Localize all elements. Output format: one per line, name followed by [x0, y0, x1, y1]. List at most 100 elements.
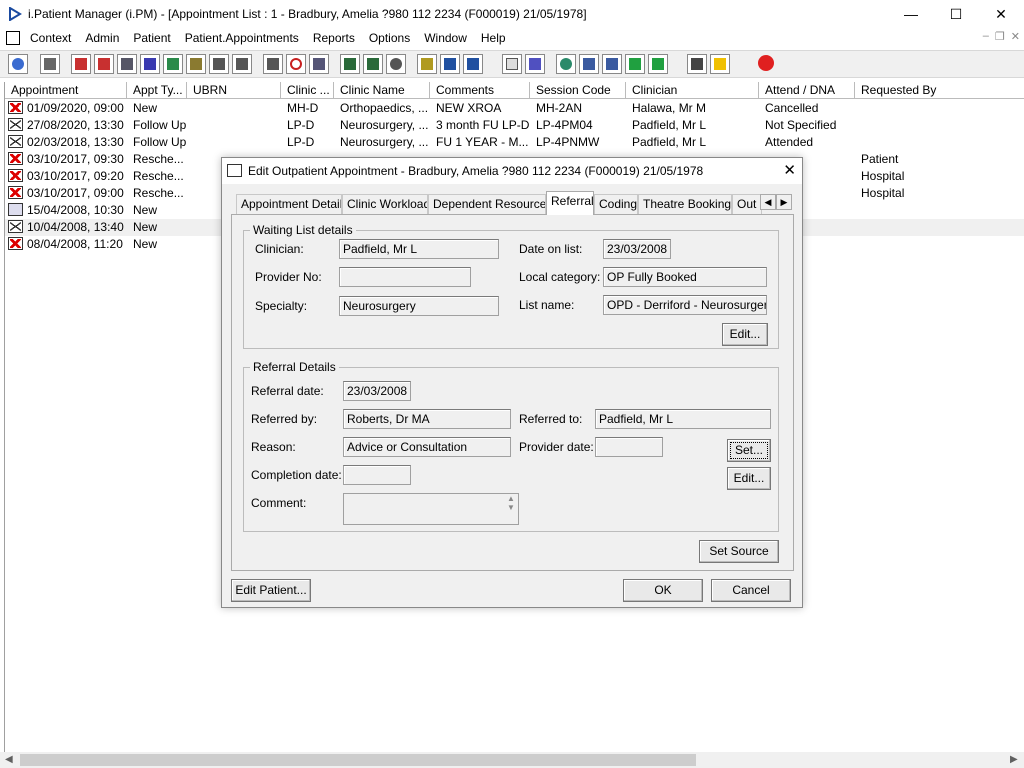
horizontal-scrollbar[interactable]: ◀ ▶ [0, 752, 1024, 768]
transfer-icon[interactable] [209, 54, 229, 74]
tab-dependent-resources[interactable]: Dependent Resources [428, 194, 546, 214]
tab-appointment-details[interactable]: Appointment Details [236, 194, 342, 214]
provider-no-field[interactable] [339, 267, 471, 287]
transport-icon[interactable] [440, 54, 460, 74]
waiting-list-edit-button[interactable]: Edit... [722, 323, 768, 346]
referral-edit-button[interactable]: Edit... [727, 467, 771, 490]
tab-out[interactable]: Out [732, 194, 762, 214]
check-list-2-icon[interactable] [602, 54, 622, 74]
col-clinic-name[interactable]: Clinic Name [334, 82, 430, 99]
dialog-close-icon[interactable]: ✕ [783, 161, 796, 179]
table-row[interactable]: 01/09/2020, 09:00 New MH-D Orthopaedics, ..… [5, 100, 1024, 117]
cell-type: Resche... [133, 152, 184, 166]
comment-scrollbar[interactable]: ▲ ▼ [504, 494, 518, 524]
document-icon[interactable] [502, 54, 522, 74]
tab-scroll-right-icon[interactable]: ▶ [776, 194, 792, 210]
green-check-icon[interactable] [625, 54, 645, 74]
date-on-list-field[interactable]: 23/03/2008 [603, 239, 671, 259]
maximize-button[interactable]: ☐ [933, 0, 979, 28]
cancel-appointment-icon[interactable] [263, 54, 283, 74]
cancel-button[interactable]: Cancel [711, 579, 791, 602]
set-source-button[interactable]: Set Source [699, 540, 779, 563]
menu-patient-appointments[interactable]: Patient.Appointments [185, 31, 299, 45]
menu-options[interactable]: Options [369, 31, 410, 45]
mdi-child-icon[interactable] [6, 31, 20, 45]
referred-to-field[interactable]: Padfield, Mr L [595, 409, 771, 429]
toolbar [0, 50, 1024, 78]
outpatient-icon[interactable] [340, 54, 360, 74]
referral-icon[interactable] [71, 54, 91, 74]
print-icon[interactable] [40, 54, 60, 74]
menu-window[interactable]: Window [424, 31, 467, 45]
comment-field[interactable]: ▲ ▼ [343, 493, 519, 525]
admission-icon[interactable] [117, 54, 137, 74]
menu-bar: Context Admin Patient Patient.Appointmen… [0, 28, 1024, 48]
reason-field[interactable]: Advice or Consultation [343, 437, 511, 457]
cell-requested [855, 219, 1024, 236]
mdi-close-icon[interactable]: ✕ [1011, 30, 1020, 43]
table-row[interactable]: 02/03/2018, 13:30 Follow Up LP-D Neurosurge… [5, 134, 1024, 151]
menu-context[interactable]: Context [30, 31, 71, 45]
cell-clinician: Padfield, Mr L [632, 118, 707, 132]
mdi-restore-icon[interactable]: ❐ [995, 30, 1005, 43]
table-row[interactable]: 27/08/2020, 13:30 Follow Up LP-D Neurosurge… [5, 117, 1024, 134]
referral-date-field[interactable]: 23/03/2008 [343, 381, 411, 401]
col-clinic[interactable]: Clinic ... [281, 82, 334, 99]
tab-theatre-bookings[interactable]: Theatre Bookings [638, 194, 732, 214]
exit-icon[interactable] [757, 54, 777, 74]
clinician-icon[interactable] [163, 54, 183, 74]
tab-referral[interactable]: Referral [546, 191, 594, 215]
col-attend-dna[interactable]: Attend / DNA [759, 82, 855, 99]
clinician-field[interactable]: Padfield, Mr L [339, 239, 499, 259]
ok-button[interactable]: OK [623, 579, 703, 602]
discharge-icon[interactable] [232, 54, 252, 74]
col-comments[interactable]: Comments [430, 82, 530, 99]
scroll-thumb[interactable] [20, 754, 696, 766]
col-requested-by[interactable]: Requested By [855, 82, 1024, 99]
menu-admin[interactable]: Admin [85, 31, 119, 45]
set-button[interactable]: Set... [727, 439, 771, 462]
referred-by-field[interactable]: Roberts, Dr MA [343, 409, 511, 429]
clock-icon[interactable] [286, 54, 306, 74]
globe-icon[interactable] [556, 54, 576, 74]
close-button[interactable]: ✕ [978, 0, 1024, 28]
minimize-button[interactable]: — [888, 0, 934, 28]
completion-date-field[interactable] [343, 465, 411, 485]
chart-icon[interactable] [525, 54, 545, 74]
appointment-letter-icon [8, 118, 23, 131]
col-appt-type[interactable]: Appt Ty... [127, 82, 187, 99]
check-list-icon[interactable] [579, 54, 599, 74]
specialty-field[interactable]: Neurosurgery [339, 296, 499, 316]
appointment-icon[interactable] [363, 54, 383, 74]
scroll-right-icon[interactable]: ▶ [1010, 754, 1018, 765]
edit-patient-button[interactable]: Edit Patient... [231, 579, 311, 602]
m-icon[interactable] [140, 54, 160, 74]
menu-reports[interactable]: Reports [313, 31, 355, 45]
col-clinician[interactable]: Clinician [626, 82, 759, 99]
waiting-list-icon[interactable] [94, 54, 114, 74]
schedule-icon[interactable] [309, 54, 329, 74]
swap-icon[interactable] [687, 54, 707, 74]
local-category-field[interactable]: OP Fully Booked [603, 267, 767, 287]
tab-clinic-workload[interactable]: Clinic Workload [342, 194, 428, 214]
cell-clinic-name: Orthopaedics, ... [340, 101, 429, 115]
warning-icon[interactable] [710, 54, 730, 74]
scroll-left-icon[interactable]: ◀ [5, 754, 13, 765]
letters-icon[interactable] [417, 54, 437, 74]
notes-icon[interactable] [186, 54, 206, 74]
contacts-icon[interactable] [463, 54, 483, 74]
tab-scroll-left-icon[interactable]: ◀ [760, 194, 776, 210]
tab-coding[interactable]: Coding [594, 194, 638, 214]
patient-search-icon[interactable] [8, 54, 28, 74]
list-name-field[interactable]: OPD - Derriford - Neurosurgery [603, 295, 767, 315]
menu-help[interactable]: Help [481, 31, 506, 45]
mdi-minimize-icon[interactable]: – [983, 30, 989, 43]
green-check-2-icon[interactable] [648, 54, 668, 74]
provider-date-field[interactable] [595, 437, 663, 457]
menu-patient[interactable]: Patient [133, 31, 170, 45]
attendance-icon[interactable] [386, 54, 406, 74]
col-ubrn[interactable]: UBRN [187, 82, 281, 99]
col-session-code[interactable]: Session Code [530, 82, 626, 99]
col-appointment[interactable]: Appointment [5, 82, 127, 99]
dialog-title-bar: Edit Outpatient Appointment - Bradbury, … [222, 158, 802, 184]
